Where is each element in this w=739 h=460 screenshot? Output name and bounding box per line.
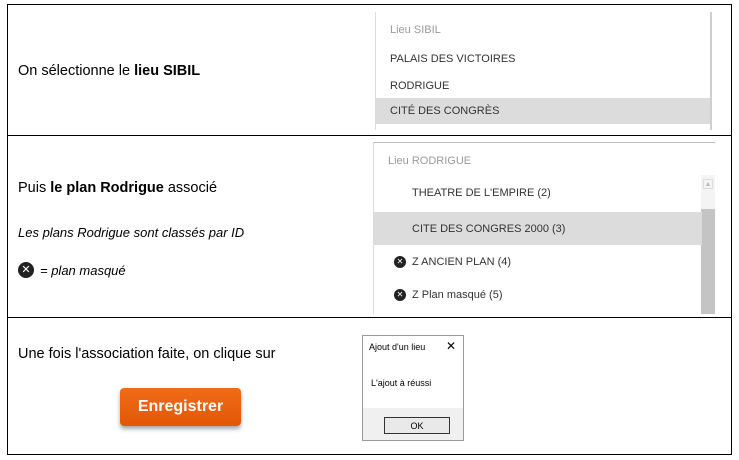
x-circle-icon: ✕: [18, 262, 34, 278]
plan-option-label: Z ANCIEN PLAN (4): [412, 256, 512, 268]
dropdown-option-selected[interactable]: CITÉ DES CONGRÈS: [376, 98, 710, 124]
dialog-title: Ajout d'un lieu: [369, 342, 426, 352]
step2-row: Puis le plan Rodrigue associé Les plans …: [8, 136, 731, 318]
dropdown-option[interactable]: RODRIGUE: [376, 75, 710, 97]
dropdown-header: Lieu RODRIGUE: [388, 155, 472, 167]
step2-text-suffix: associé: [163, 180, 218, 196]
close-icon[interactable]: ✕: [446, 339, 456, 353]
plan-option[interactable]: THEATRE DE L'EMPIRE (2): [374, 180, 702, 206]
scrollbar-thumb[interactable]: [701, 209, 715, 314]
plan-option-label: Z Plan masqué (5): [412, 289, 503, 301]
legend-text: = plan masqué: [40, 262, 126, 278]
ok-button[interactable]: OK: [384, 417, 450, 434]
x-circle-icon: ✕: [394, 256, 406, 268]
step2-note: Les plans Rodrigue sont classés par ID: [18, 225, 245, 240]
step2-text: Puis le plan Rodrigue associé: [18, 180, 217, 196]
plan-option-hidden[interactable]: ✕ Z Plan masqué (5): [374, 282, 702, 308]
dropdown-header: Lieu SIBIL: [390, 24, 441, 36]
plan-option-hidden[interactable]: ✕ Z ANCIEN PLAN (4): [374, 249, 702, 275]
step1-row: On sélectionne le lieu SIBIL Lieu SIBIL …: [8, 5, 731, 136]
step1-text-bold: lieu SIBIL: [134, 63, 201, 79]
lieu-rodrigue-dropdown: Lieu RODRIGUE ▲ THEATRE DE L'EMPIRE (2) …: [373, 142, 715, 314]
step3-text: Une fois l'association faite, on clique …: [18, 346, 276, 362]
lieu-sibil-dropdown: Lieu SIBIL PALAIS DES VICTOIRES RODRIGUE…: [375, 12, 712, 130]
scroll-up-arrow-icon[interactable]: ▲: [703, 179, 713, 189]
step3-row: Une fois l'association faite, on clique …: [8, 318, 731, 454]
step2-text-bold: le plan Rodrigue: [50, 180, 164, 196]
success-dialog: Ajout d'un lieu ✕ L'ajout à réussi OK: [362, 335, 464, 441]
dialog-footer: OK: [363, 408, 463, 440]
step1-text: On sélectionne le lieu SIBIL: [18, 63, 200, 79]
plan-option-selected[interactable]: CITE DES CONGRES 2000 (3): [374, 212, 702, 245]
step1-text-prefix: On sélectionne le: [18, 63, 135, 79]
enregistrer-button[interactable]: Enregistrer: [120, 388, 241, 426]
dialog-message: L'ajout à réussi: [371, 378, 432, 388]
instruction-table: On sélectionne le lieu SIBIL Lieu SIBIL …: [7, 4, 732, 455]
step2-text-prefix: Puis: [18, 180, 51, 196]
x-circle-icon: ✕: [394, 289, 406, 301]
hidden-plan-legend: ✕ = plan masqué: [18, 262, 126, 278]
dropdown-option[interactable]: PALAIS DES VICTOIRES: [376, 48, 710, 70]
